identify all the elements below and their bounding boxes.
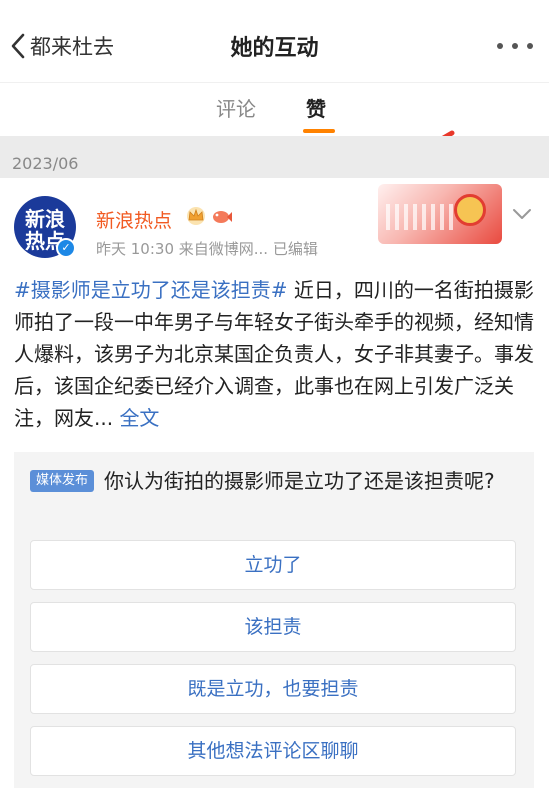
full-text-link[interactable]: 全文 bbox=[119, 406, 159, 430]
tab-bar: 评论 赞 bbox=[0, 82, 549, 193]
post-body[interactable]: #摄影师是立功了还是该担责# 近日，四川的一名街拍摄影师拍了一段一中年男子与年轻… bbox=[14, 274, 534, 434]
crown-icon bbox=[187, 207, 205, 225]
post-meta: 昨天 10:30 来自微博网... 已编辑 bbox=[96, 240, 318, 258]
emblem-icon bbox=[454, 194, 486, 226]
verified-icon: ✓ bbox=[56, 238, 76, 258]
poll-option[interactable]: 该担责 bbox=[30, 602, 516, 652]
fish-icon bbox=[213, 211, 232, 223]
hashtag-link[interactable]: #摄影师是立功了还是该担责# bbox=[14, 278, 288, 302]
author-name[interactable]: 新浪热点 bbox=[96, 206, 172, 233]
date-group-label: 2023/06 bbox=[12, 154, 79, 173]
more-dot-icon bbox=[527, 43, 533, 49]
deco-lines bbox=[386, 204, 456, 230]
chevron-down-icon[interactable] bbox=[510, 206, 534, 222]
tab-comments[interactable]: 评论 bbox=[216, 93, 256, 122]
more-dot-icon bbox=[512, 43, 518, 49]
poll-option[interactable]: 立功了 bbox=[30, 540, 516, 590]
nav-bar: 都来杜去 她的互动 bbox=[0, 0, 549, 82]
more-dot-icon bbox=[497, 43, 503, 49]
more-options-button[interactable] bbox=[497, 36, 533, 56]
poll-option[interactable]: 其他想法评论区聊聊 bbox=[30, 726, 516, 776]
date-group-header: 2023/06 bbox=[0, 136, 549, 178]
tab-likes[interactable]: 赞 bbox=[306, 93, 326, 122]
page-title: 她的互动 bbox=[230, 36, 319, 61]
poll-card: 媒体发布 你认为街拍的摄影师是立功了还是该担责呢? 立功了 该担责 既是立功，也… bbox=[14, 452, 534, 788]
header-decoration-image bbox=[378, 184, 502, 244]
post-card[interactable]: 新浪 热点 ✓ 新浪热点 昨天 10:30 来自微博网... 已编辑 #摄影师是立… bbox=[0, 178, 549, 788]
active-tab-indicator bbox=[303, 129, 335, 133]
poll-option[interactable]: 既是立功，也要担责 bbox=[30, 664, 516, 714]
poll-question: 你认为街拍的摄影师是立功了还是该担责呢? bbox=[104, 469, 495, 493]
